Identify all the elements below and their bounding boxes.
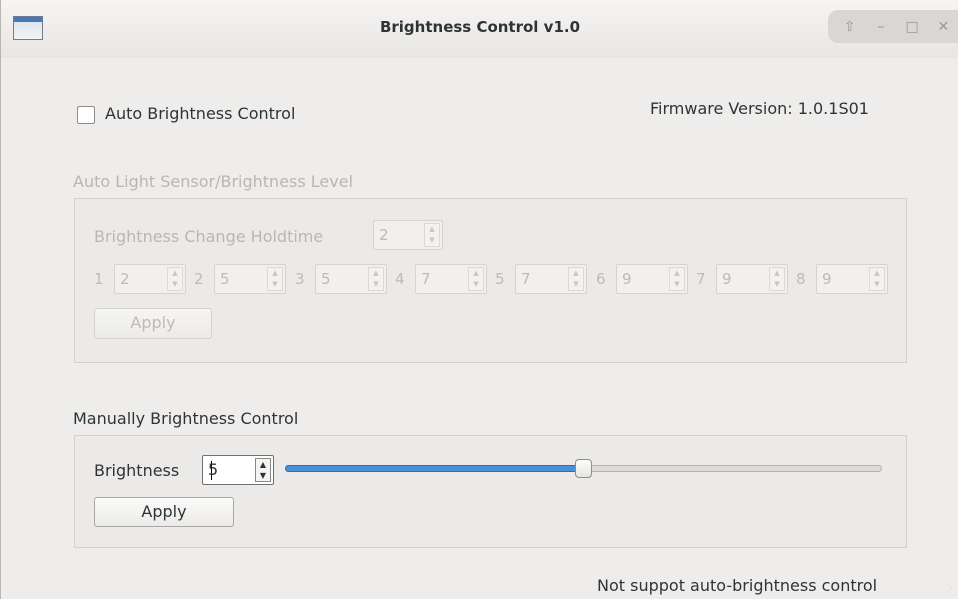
level-value: 5 — [321, 270, 331, 288]
holdtime-label: Brightness Change Holdtime — [94, 227, 324, 246]
main-window: Brightness Control v1.0 ⇧ – □ ✕ Auto Bri… — [0, 0, 958, 599]
brightness-slider-fill — [285, 465, 583, 472]
title-bar[interactable]: Brightness Control v1.0 ⇧ – □ ✕ — [1, 0, 958, 58]
level-spin-arrows[interactable]: ▲ ▼ — [368, 267, 384, 291]
brightness-spin-arrows[interactable]: ▲ ▼ — [255, 458, 271, 482]
level-spinbox[interactable]: 9 ▲ ▼ — [716, 264, 788, 294]
level-index-label: 5 — [495, 270, 505, 288]
level-value: 7 — [421, 270, 431, 288]
sensor-apply-button[interactable]: Apply — [94, 308, 212, 339]
level-spinbox[interactable]: 7 ▲ ▼ — [415, 264, 487, 294]
level-spin-arrows[interactable]: ▲ ▼ — [167, 267, 183, 291]
maximize-icon[interactable]: □ — [901, 19, 923, 35]
level-index-label: 3 — [295, 270, 305, 288]
holdtime-spin-arrows[interactable]: ▲ ▼ — [424, 223, 440, 247]
brightness-slider-handle[interactable] — [575, 459, 592, 478]
status-message: Not suppot auto-brightness control — [597, 576, 878, 595]
brightness-value[interactable]: 5 — [208, 460, 218, 479]
level-value: 7 — [521, 270, 531, 288]
level-value: 9 — [822, 270, 832, 288]
level-index-label: 8 — [796, 270, 806, 288]
resize-grip-icon[interactable]: ⋰ — [945, 586, 953, 595]
manual-group-title: Manually Brightness Control — [73, 409, 299, 428]
manual-group — [74, 435, 907, 548]
manual-apply-button[interactable]: Apply — [94, 497, 234, 527]
up-icon[interactable]: ⇧ — [839, 19, 861, 35]
level-spinbox[interactable]: 2 ▲ ▼ — [114, 264, 186, 294]
brightness-spinbox[interactable]: 5 ▲ ▼ — [202, 455, 274, 485]
level-spin-arrows[interactable]: ▲ ▼ — [769, 267, 785, 291]
level-index-label: 2 — [194, 270, 204, 288]
holdtime-spinbox[interactable]: 2 ▲ ▼ — [373, 220, 443, 250]
sensor-group-title: Auto Light Sensor/Brightness Level — [73, 172, 354, 191]
level-spinbox[interactable]: 5 ▲ ▼ — [214, 264, 286, 294]
minimize-icon[interactable]: – — [870, 19, 892, 35]
window-controls: ⇧ – □ ✕ — [828, 10, 958, 43]
level-spinbox[interactable]: 7 ▲ ▼ — [515, 264, 587, 294]
auto-brightness-label[interactable]: Auto Brightness Control — [105, 104, 295, 123]
level-index-label: 7 — [696, 270, 706, 288]
level-index-label: 1 — [94, 270, 104, 288]
level-value: 9 — [622, 270, 632, 288]
level-index-label: 6 — [596, 270, 606, 288]
level-spin-arrows[interactable]: ▲ ▼ — [669, 267, 685, 291]
level-index-label: 4 — [395, 270, 405, 288]
level-value: 5 — [220, 270, 230, 288]
level-value: 2 — [120, 270, 130, 288]
level-spin-arrows[interactable]: ▲ ▼ — [267, 267, 283, 291]
window-title: Brightness Control v1.0 — [379, 18, 581, 36]
level-spin-arrows[interactable]: ▲ ▼ — [568, 267, 584, 291]
level-value: 9 — [722, 270, 732, 288]
brightness-label: Brightness — [94, 461, 180, 480]
holdtime-value: 2 — [379, 226, 389, 244]
level-spinbox[interactable]: 5 ▲ ▼ — [315, 264, 387, 294]
close-icon[interactable]: ✕ — [932, 19, 954, 35]
firmware-version: Firmware Version: 1.0.1S01 — [650, 99, 869, 118]
auto-brightness-checkbox[interactable] — [77, 106, 95, 124]
level-spin-arrows[interactable]: ▲ ▼ — [468, 267, 484, 291]
level-spinbox[interactable]: 9 ▲ ▼ — [616, 264, 688, 294]
level-spinbox[interactable]: 9 ▲ ▼ — [816, 264, 888, 294]
level-spin-arrows[interactable]: ▲ ▼ — [869, 267, 885, 291]
